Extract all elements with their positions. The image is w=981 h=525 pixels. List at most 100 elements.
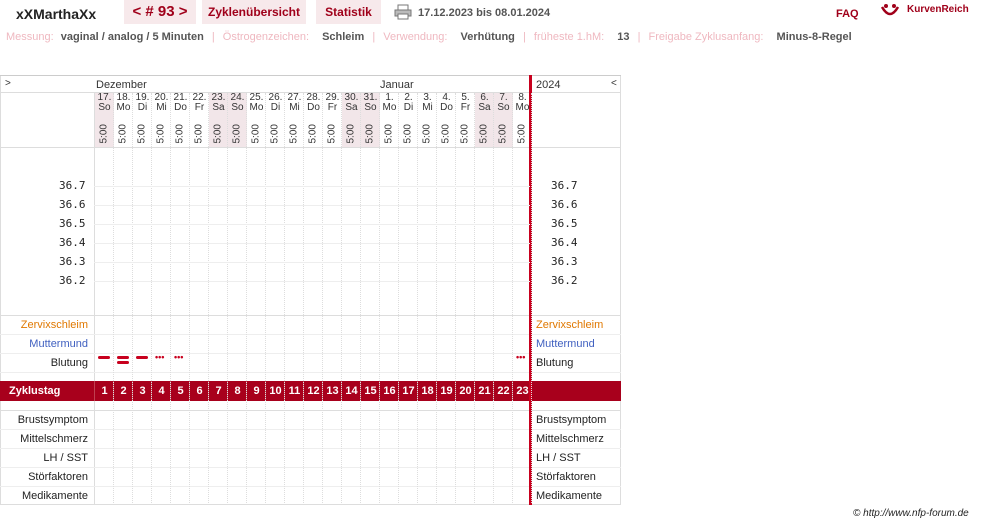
day-header[interactable]: 2. Di 5:00 [399, 93, 418, 147]
grid-vline [360, 93, 361, 503]
day-weekday: Mo [382, 102, 397, 113]
bleeding-mark [98, 356, 110, 359]
day-header[interactable]: 29. Fr 5:00 [323, 93, 342, 147]
cycle-day-number: 3 [139, 385, 146, 397]
app-root: xXMarthaXx < # 93 > Zyklenübersicht Stat… [0, 0, 981, 525]
cycle-day-number: 22 [497, 385, 510, 397]
cycle-day-number: 15 [364, 385, 377, 397]
day-header[interactable]: 23. Sa 5:00 [209, 93, 228, 147]
measure-time: 5:00 [383, 124, 395, 144]
row-label-blutung-right: Blutung [536, 357, 574, 369]
measure-time: 5:00 [421, 124, 433, 144]
grid-vline [341, 93, 342, 503]
grid-vline [436, 93, 437, 503]
day-header[interactable]: 21. Do 5:00 [171, 93, 190, 147]
day-weekday: Mo [116, 102, 131, 113]
measure-time: 5:00 [174, 124, 186, 144]
divider [94, 92, 95, 505]
cycle-day-number: 20 [459, 385, 472, 397]
day-header[interactable]: 1. Mo 5:00 [380, 93, 399, 147]
day-header[interactable]: 5. Fr 5:00 [456, 93, 475, 147]
temp-label-left: 36.3 [59, 255, 86, 268]
oestrogen-value: Schleim [322, 31, 365, 43]
row-label-zervixschleim: Zervixschleim [20, 319, 88, 331]
day-weekday: Do [174, 102, 187, 113]
divider [0, 467, 621, 468]
verwendung-value: Verhütung [460, 31, 515, 43]
cycle-day-number: 1 [101, 385, 108, 397]
day-header[interactable]: 31. So 5:00 [361, 93, 380, 147]
row-label-brustsymptom: Brustsymptom [17, 414, 88, 426]
bleeding-mark [136, 356, 148, 359]
logo-text[interactable]: KurvenReich [907, 4, 969, 15]
cycle-day-number: 7 [215, 385, 222, 397]
temp-label-right: 36.3 [551, 255, 578, 268]
tab-zyklenuebersicht[interactable]: Zyklenübersicht [202, 0, 306, 24]
measure-time: 5:00 [345, 124, 357, 144]
day-weekday: Fr [327, 102, 338, 113]
hm-value: 13 [617, 31, 630, 43]
grid-vline [113, 93, 114, 503]
grid-vline [246, 93, 247, 503]
expand-left-toggle[interactable]: > [5, 78, 11, 89]
kurvenreich-logo-icon[interactable] [880, 3, 900, 19]
day-header[interactable]: 22. Fr 5:00 [190, 93, 209, 147]
messung-value: vaginal / analog / 5 Minuten [60, 31, 204, 43]
cycle-day-number: 8 [234, 385, 241, 397]
row-label-medikamente-right: Medikamente [536, 490, 603, 502]
cycle-day-number: 17 [402, 385, 415, 397]
freigabe-label: Freigabe Zyklusanfang: [648, 31, 764, 43]
grid-vline [379, 93, 380, 503]
day-header[interactable]: 20. Mi 5:00 [152, 93, 171, 147]
divider [0, 315, 621, 316]
grid-hline [94, 281, 530, 282]
cycle-info: Messung: vaginal / analog / 5 Minuten | … [6, 30, 852, 44]
measure-time: 5:00 [459, 124, 471, 144]
day-weekday: Fr [460, 102, 471, 113]
day-header[interactable]: 30. Sa 5:00 [342, 93, 361, 147]
grid-vline [322, 93, 323, 503]
collapse-right-toggle[interactable]: < [611, 78, 617, 89]
day-header[interactable]: 25. Mo 5:00 [247, 93, 266, 147]
day-header[interactable]: 27. Mi 5:00 [285, 93, 304, 147]
copyright[interactable]: © http://www.nfp-forum.de [853, 508, 969, 519]
day-header[interactable]: 6. Sa 5:00 [475, 93, 494, 147]
day-header[interactable]: 17. So 5:00 [95, 93, 114, 147]
measure-time: 5:00 [155, 124, 167, 144]
grid-vline [417, 93, 418, 503]
row-label-blutung: Blutung [50, 357, 88, 369]
row-label-muttermund-right: Muttermund [536, 338, 595, 350]
temp-label-left: 36.5 [59, 217, 86, 230]
printer-icon[interactable] [394, 4, 412, 20]
divider [0, 372, 621, 373]
day-header[interactable]: 28. Do 5:00 [304, 93, 323, 147]
divider [0, 353, 621, 354]
day-header[interactable]: 4. Do 5:00 [437, 93, 456, 147]
cycle-day-number: 14 [345, 385, 358, 397]
temp-label-left: 36.4 [59, 236, 86, 249]
grid-vline [170, 93, 171, 503]
cycle-navigator[interactable]: < # 93 > [124, 0, 196, 24]
day-weekday: Di [403, 102, 414, 113]
day-header[interactable]: 7. So 5:00 [494, 93, 513, 147]
messung-label: Messung: [6, 31, 54, 43]
day-header[interactable]: 24. So 5:00 [228, 93, 247, 147]
day-header[interactable]: 8. Mo 5:00 [513, 93, 532, 147]
divider [0, 429, 621, 430]
day-header[interactable]: 19. Di 5:00 [133, 93, 152, 147]
tab-statistik[interactable]: Statistik [316, 0, 381, 24]
grid-hline [94, 262, 530, 263]
day-header[interactable]: 18. Mo 5:00 [114, 93, 133, 147]
month-december: Dezember [96, 79, 147, 91]
day-weekday: Mi [156, 102, 167, 113]
row-label-stoerfaktoren-right: Störfaktoren [536, 471, 596, 483]
measure-time: 5:00 [478, 124, 490, 144]
grid-vline [512, 93, 513, 503]
row-label-brustsymptom-right: Brustsymptom [536, 414, 607, 426]
day-header[interactable]: 26. Di 5:00 [266, 93, 285, 147]
faq-link[interactable]: FAQ [836, 8, 859, 20]
temp-label-right: 36.6 [551, 198, 578, 211]
cycle-day-number: 13 [326, 385, 339, 397]
temp-label-right: 36.2 [551, 274, 578, 287]
day-header[interactable]: 3. Mi 5:00 [418, 93, 437, 147]
